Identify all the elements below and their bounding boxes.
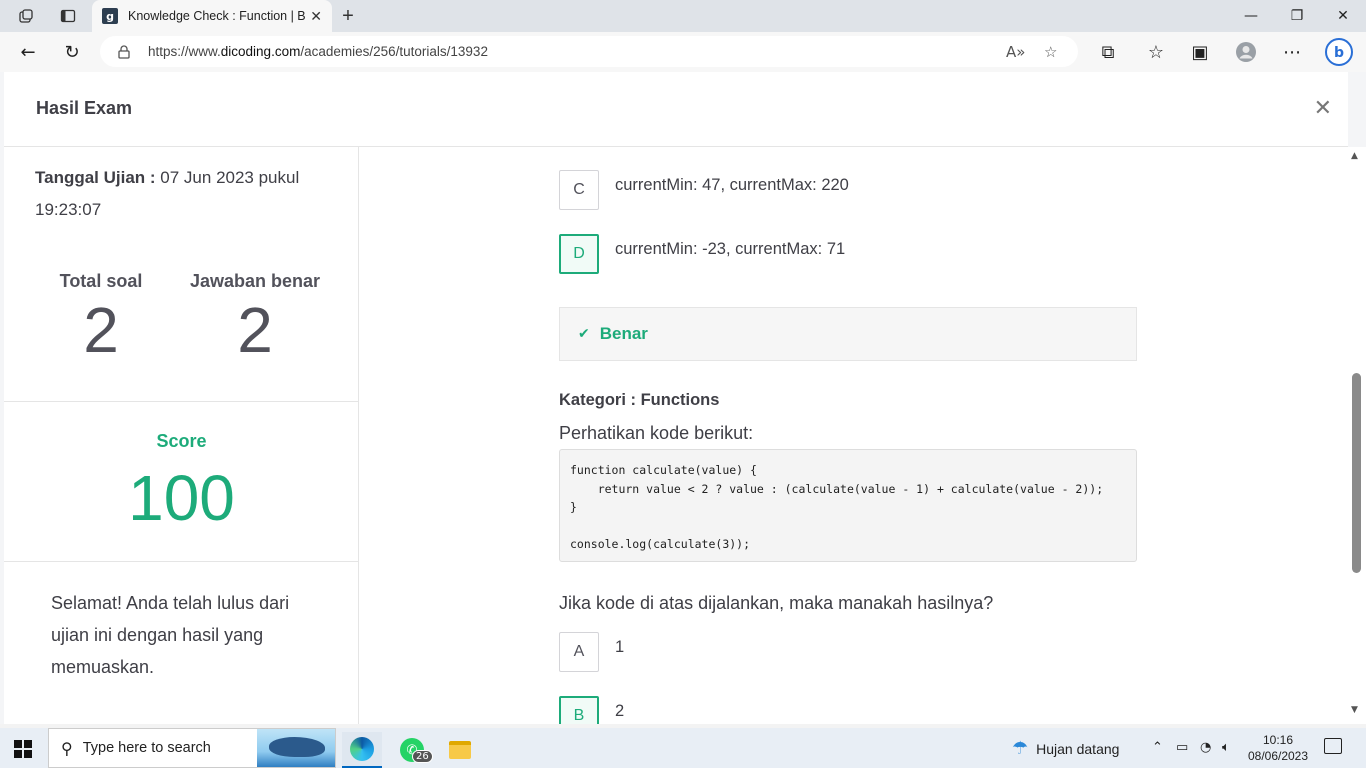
notification-badge: 26 [412, 750, 433, 763]
pass-message: Selamat! Anda telah lulus dari ujian ini… [51, 593, 290, 677]
collections-icon[interactable]: ▣ [1188, 40, 1212, 64]
divider [4, 401, 359, 402]
lock-icon [118, 44, 132, 59]
windows-start-icon[interactable] [14, 740, 32, 758]
browser-tab-bar: g Knowledge Check : Function | Belajar ✕… [0, 0, 1366, 32]
favorites-icon[interactable]: ☆ [1144, 40, 1168, 64]
answer-feedback: ✔ Benar [559, 307, 1137, 361]
scrollbar-thumb[interactable] [1352, 373, 1361, 573]
correct-answers-value: 2 [237, 294, 273, 366]
option-text: 2 [615, 702, 625, 720]
notification-center-icon[interactable] [1324, 738, 1342, 754]
option-c: C currentMin: 47, currentMax: 220 [559, 170, 849, 210]
exam-date-label: Tanggal Ujian : [35, 168, 156, 187]
scroll-up-icon[interactable]: ▲ [1351, 151, 1358, 161]
scrollbar[interactable]: ▲ ▼ [1348, 147, 1366, 724]
restore-icon[interactable]: ❐ [1274, 4, 1320, 28]
windows-taskbar: ⚲ Type here to search ✆ 26 ☂ Hujan datang… [0, 728, 1366, 768]
modal-header: Hasil Exam ✕ [4, 72, 1348, 147]
scroll-down-icon[interactable]: ▼ [1351, 705, 1358, 715]
rain-umbrella-icon: ☂ [1012, 738, 1029, 759]
option-letter-box: A [559, 632, 599, 672]
modal-close-icon[interactable]: ✕ [1314, 96, 1332, 121]
url-domain: dicoding.com [220, 44, 301, 59]
modal-title: Hasil Exam [36, 98, 133, 118]
browser-nav-bar: ← ↻ https://www.dicoding.com/academies/2… [0, 32, 1366, 72]
question-category: Kategori : Functions [559, 391, 720, 409]
question-prompt: Jika kode di atas dijalankan, maka manak… [559, 593, 994, 613]
question-intro: Perhatikan kode berikut: [559, 423, 754, 443]
refresh-icon[interactable]: ↻ [60, 40, 84, 64]
option-b-correct: B 2 [559, 696, 624, 724]
settings-more-icon[interactable]: ⋯ [1280, 40, 1304, 64]
svg-text:b: b [1334, 45, 1344, 61]
whale-illustration [269, 737, 325, 757]
system-clock[interactable]: 10:16 08/06/2023 [1245, 732, 1311, 764]
option-d-correct: D currentMin: -23, currentMax: 71 [559, 234, 845, 274]
minimize-icon[interactable]: — [1228, 4, 1274, 28]
search-placeholder: Type here to search [82, 740, 211, 756]
edge-icon [350, 737, 374, 761]
total-questions-stat: Total soal 2 [21, 271, 181, 362]
feedback-text: Benar [599, 324, 648, 343]
option-text: currentMin: -23, currentMax: 71 [615, 240, 846, 258]
read-aloud-icon[interactable]: A» [1006, 43, 1025, 61]
divider [4, 561, 359, 562]
taskbar-edge[interactable] [342, 732, 382, 768]
folder-icon [449, 741, 471, 759]
volume-icon[interactable]: 🔈︎ [1222, 740, 1230, 755]
clock-date: 08/06/2023 [1247, 749, 1309, 763]
favorite-star-icon[interactable]: ☆ [1044, 43, 1057, 61]
exam-result-modal: Hasil Exam ✕ Tanggal Ujian : 07 Jun 2023… [4, 72, 1348, 724]
bing-chat-icon[interactable]: b [1324, 37, 1354, 67]
window-close-icon[interactable]: ✕ [1320, 4, 1366, 28]
dicoding-favicon-icon: g [102, 8, 118, 24]
option-text: currentMin: 47, currentMax: 220 [615, 176, 849, 194]
wifi-icon[interactable]: ◔ [1200, 740, 1211, 755]
extensions-icon[interactable]: ⧉ [1096, 40, 1120, 64]
url-text: https://www.dicoding.com/academies/256/t… [148, 44, 488, 59]
option-text: 1 [615, 638, 625, 656]
option-a: A 1 [559, 632, 624, 672]
browser-tab-active[interactable]: g Knowledge Check : Function | Belajar ✕ [92, 0, 332, 32]
taskbar-whatsapp[interactable]: ✆ 26 [392, 732, 433, 768]
whatsapp-icon: ✆ 26 [400, 738, 433, 763]
back-icon[interactable]: ← [16, 40, 40, 64]
tab-actions-icon[interactable] [58, 6, 78, 26]
option-letter-box-correct: B [559, 696, 599, 724]
question-review-panel: C currentMin: 47, currentMax: 220 D curr… [359, 147, 1344, 724]
weather-widget[interactable]: ☂ Hujan datang [1012, 738, 1119, 759]
correct-answers-label: Jawaban benar [189, 271, 321, 291]
weather-text: Hujan datang [1036, 740, 1120, 757]
battery-icon[interactable]: ▭ [1176, 740, 1188, 755]
tab-title: Knowledge Check : Function | Belajar [128, 9, 306, 23]
new-tab-icon[interactable]: + [338, 5, 358, 27]
chevron-up-icon[interactable]: ⌃ [1152, 740, 1163, 755]
option-letter-box: C [559, 170, 599, 210]
profile-avatar-icon[interactable] [1234, 40, 1258, 64]
address-bar[interactable]: https://www.dicoding.com/academies/256/t… [100, 36, 1078, 67]
page-content: Hasil Exam ✕ Tanggal Ujian : 07 Jun 2023… [0, 72, 1366, 724]
url-scheme: https://www. [148, 44, 221, 59]
tab-close-icon[interactable]: ✕ [310, 8, 322, 25]
clock-time: 10:16 [1262, 733, 1294, 747]
result-summary-panel: Tanggal Ujian : 07 Jun 2023 pukul 19:23:… [4, 147, 359, 724]
score-value: 100 [128, 462, 235, 534]
taskbar-search[interactable]: ⚲ Type here to search [48, 728, 336, 768]
check-icon: ✔ [578, 326, 590, 342]
exam-date: Tanggal Ujian : 07 Jun 2023 pukul 19:23:… [35, 162, 335, 226]
taskbar-file-explorer[interactable] [440, 732, 480, 768]
total-questions-label: Total soal [59, 271, 143, 291]
option-letter-box-correct: D [559, 234, 599, 274]
url-path: /academies/256/tutorials/13932 [300, 44, 488, 59]
code-block: function calculate(value) { return value… [559, 449, 1137, 562]
search-highlight-image [257, 729, 335, 767]
score-label: Score [156, 431, 207, 451]
search-icon: ⚲ [61, 738, 73, 758]
total-questions-value: 2 [83, 294, 119, 366]
workspaces-icon[interactable] [16, 6, 36, 26]
correct-answers-stat: Jawaban benar 2 [175, 271, 335, 362]
